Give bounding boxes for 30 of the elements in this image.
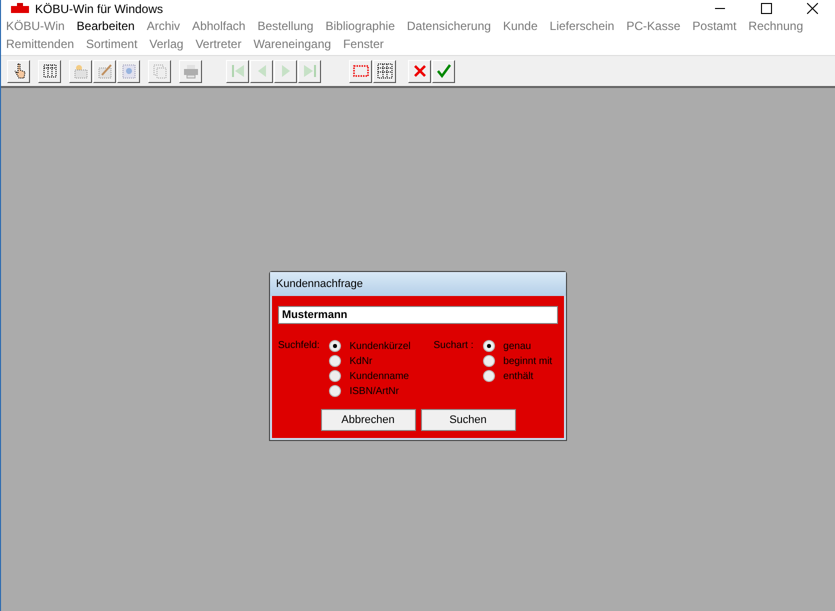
option-label: Suchfeld: xyxy=(278,338,321,350)
print-icon xyxy=(182,62,200,80)
table-tool-button[interactable] xyxy=(373,60,396,82)
close-icon xyxy=(806,3,818,14)
frame-tool-button[interactable] xyxy=(349,60,372,82)
grid-icon xyxy=(40,62,58,80)
cancel-tool-button[interactable] xyxy=(408,60,431,82)
radio-option[interactable]: genau xyxy=(483,338,558,354)
ok-icon xyxy=(434,62,452,80)
radio-option[interactable]: KdNr xyxy=(329,354,430,368)
dialog-title: Kundennachfrage xyxy=(270,272,566,296)
radio-option[interactable]: ISBN/ArtNr xyxy=(329,384,430,398)
menu-item[interactable]: Bearbeiten xyxy=(76,19,135,33)
ok-tool-button[interactable] xyxy=(432,60,455,82)
pointer-tool-button[interactable] xyxy=(7,60,30,82)
dialog-button[interactable]: Suchen xyxy=(420,408,516,430)
radio-option[interactable]: beginnt mit xyxy=(483,354,558,368)
dialog-button[interactable]: Abbrechen xyxy=(320,408,416,430)
radio-option[interactable]: Kundenkürzel xyxy=(329,338,430,354)
edit-icon xyxy=(96,62,114,80)
copy-icon xyxy=(150,62,168,80)
radio-option[interactable]: enthält xyxy=(483,368,558,384)
window-title: KÖBU-Win für Windows xyxy=(35,2,164,16)
table-icon xyxy=(376,62,394,80)
option-label: Suchart : xyxy=(433,338,475,350)
grid-tool-button[interactable] xyxy=(38,60,61,82)
app-icon xyxy=(11,2,29,12)
search-field[interactable]: Mustermann xyxy=(278,306,558,324)
radio-option[interactable]: Kundenname xyxy=(329,368,430,384)
maximize-icon xyxy=(760,3,772,14)
